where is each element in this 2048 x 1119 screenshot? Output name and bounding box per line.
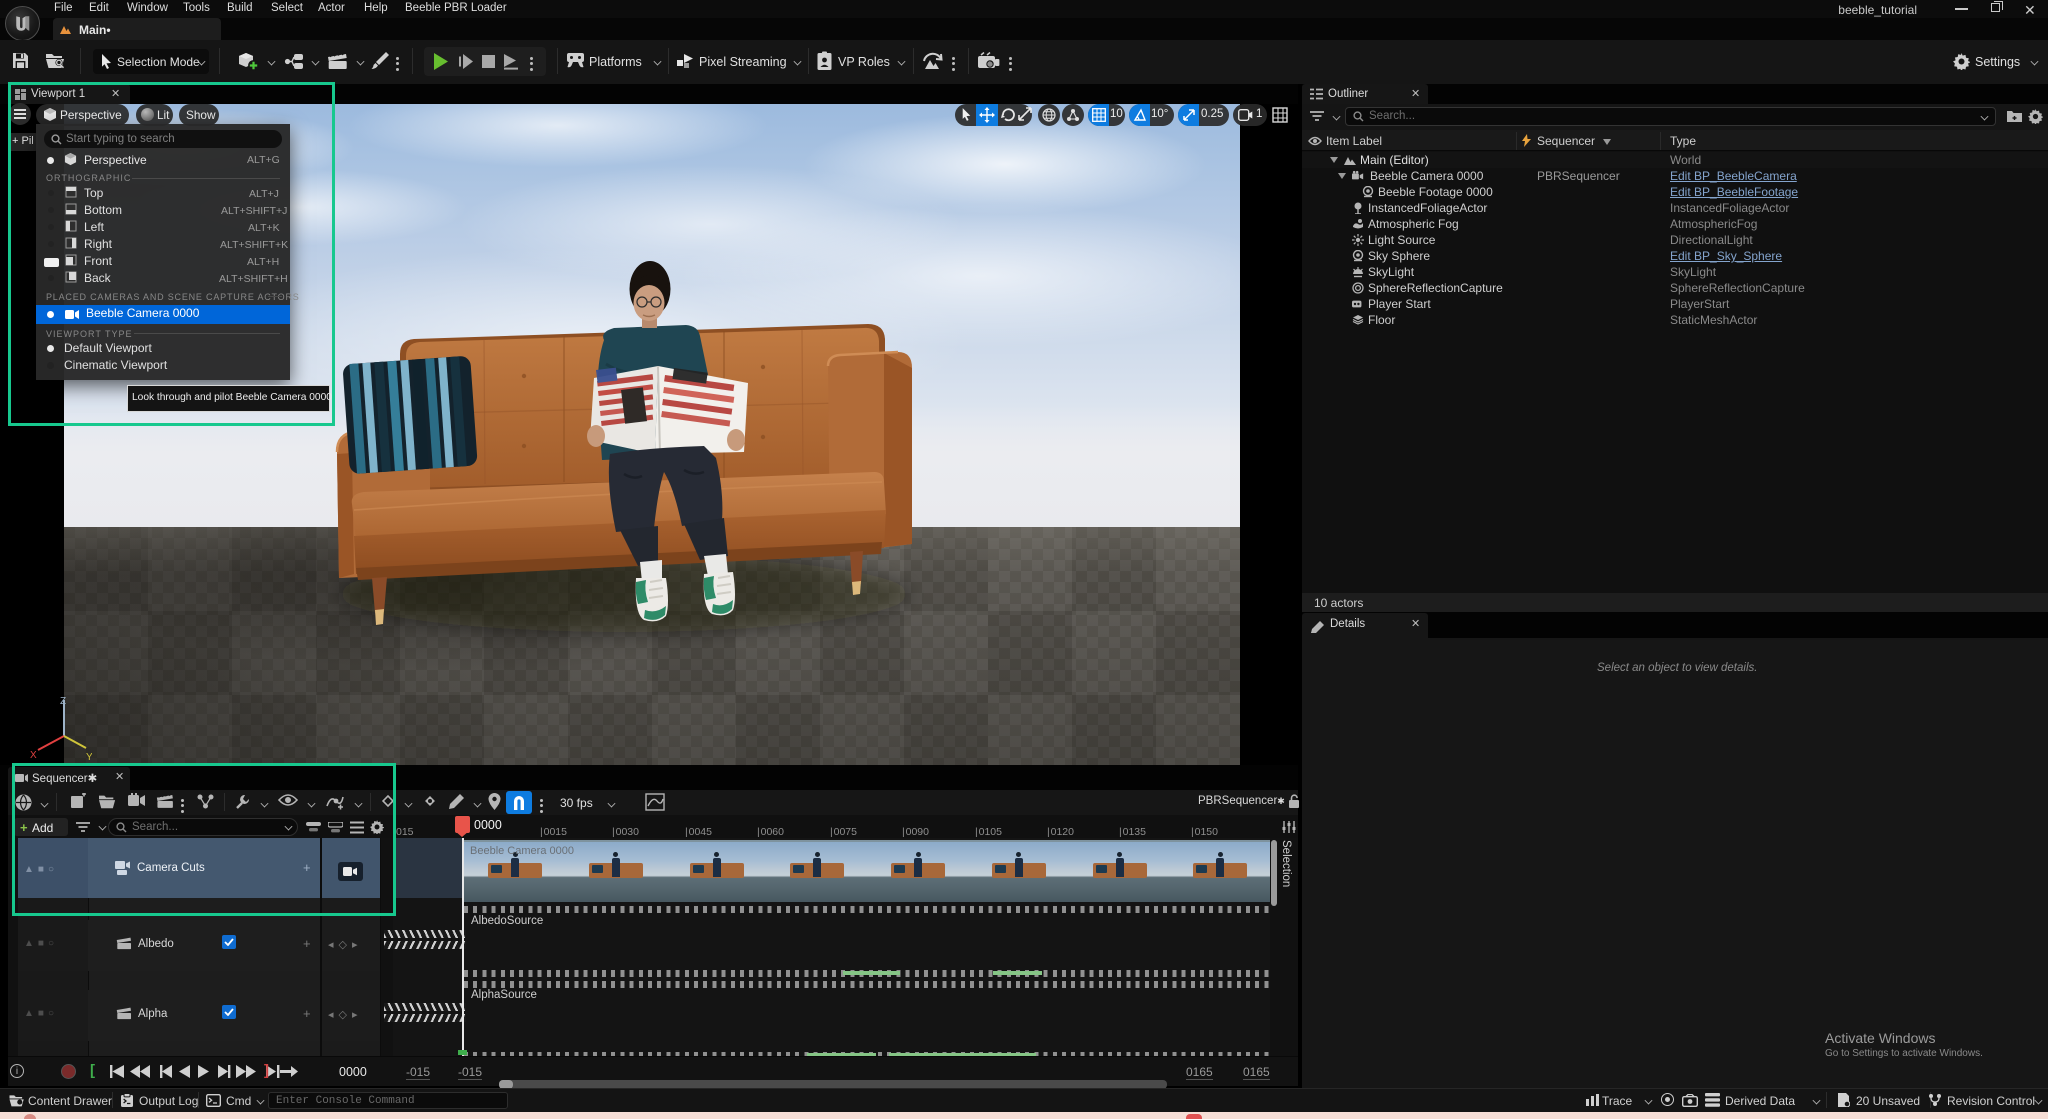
svg-text:X: X bbox=[30, 750, 37, 761]
svg-text:Z: Z bbox=[60, 696, 66, 707]
svg-text:Y: Y bbox=[86, 752, 92, 762]
